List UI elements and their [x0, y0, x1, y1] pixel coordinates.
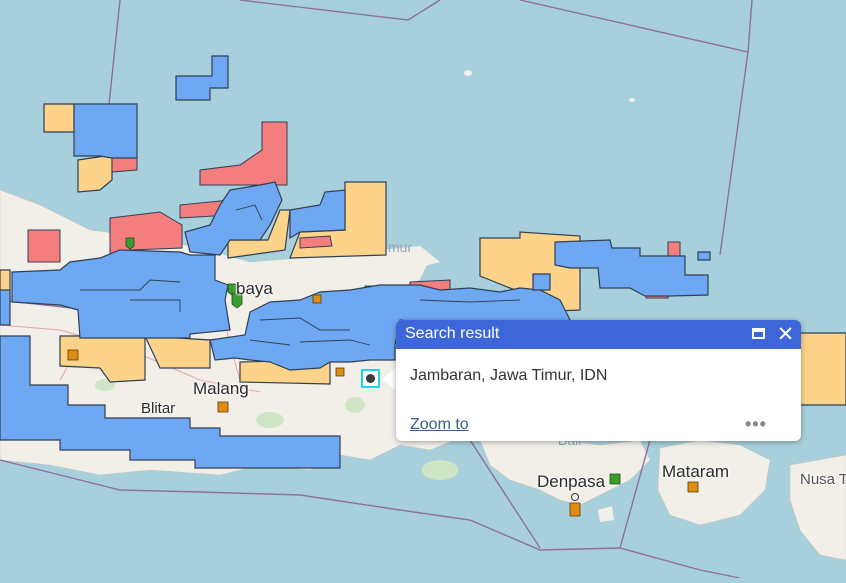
maximize-button[interactable] — [750, 326, 768, 343]
pin-orange-icon — [687, 481, 699, 493]
search-result-marker[interactable] — [361, 369, 380, 388]
pin-green-icon — [125, 237, 135, 250]
pin-orange-icon — [67, 349, 79, 361]
popup-header: Search result ✕ — [396, 320, 801, 349]
map-view[interactable]: baya Malang Blitar mur Bali Denpasa Mata… — [0, 0, 846, 579]
park-area — [345, 397, 365, 413]
zoom-to-link[interactable]: Zoom to — [410, 416, 469, 434]
pin-green-icon — [227, 283, 237, 296]
popup-title: Search result — [405, 325, 500, 342]
pin-orange-icon — [335, 367, 345, 377]
marker-dot-icon — [366, 374, 375, 383]
pin-orange-icon — [569, 502, 581, 517]
label-mataram: Mataram — [662, 462, 730, 481]
label-blitar: Blitar — [141, 400, 176, 417]
popup-pointer — [382, 366, 397, 392]
park-area — [422, 460, 458, 480]
label-malang: Malang — [193, 379, 249, 398]
label-surabaya: baya — [236, 279, 273, 298]
pin-green-icon — [609, 473, 621, 485]
island-small — [629, 98, 635, 102]
island-small — [464, 70, 472, 76]
pin-white-icon — [571, 493, 579, 501]
maximize-icon — [752, 328, 765, 339]
label-nusa: Nusa T — [800, 471, 846, 488]
pin-orange-icon — [217, 401, 229, 413]
pin-orange-icon — [312, 294, 322, 304]
close-button[interactable]: ✕ — [776, 323, 795, 346]
search-result-popup: Search result ✕ Jambaran, Jawa Timur, ID… — [396, 320, 801, 441]
label-timur: mur — [388, 239, 413, 255]
map-canvas[interactable] — [0, 0, 846, 579]
popup-address: Jambaran, Jawa Timur, IDN — [410, 367, 608, 384]
park-area — [256, 412, 284, 428]
more-options-icon[interactable]: ••• — [745, 414, 767, 435]
close-icon: ✕ — [776, 323, 795, 346]
label-denpasar: Denpasa — [537, 472, 606, 491]
